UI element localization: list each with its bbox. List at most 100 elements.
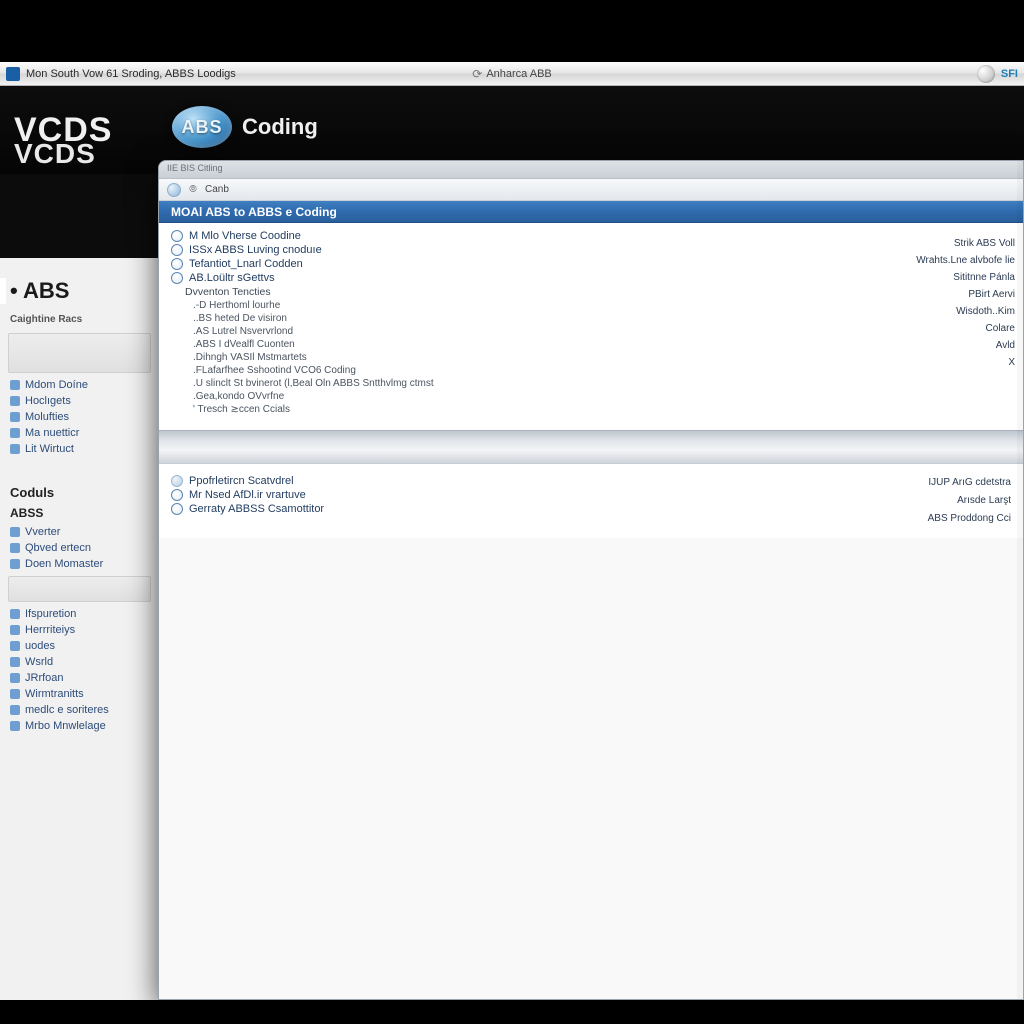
- list-row-sub[interactable]: .FLafarfhee Sshootind VCO6 Coding: [159, 364, 853, 377]
- sidebar-item[interactable]: Mrbo Mnwlelage: [0, 718, 159, 734]
- sidebar-heading-coduls: Coduls: [0, 479, 159, 502]
- lower-row-label: Ppofrletircn Scatvdrel: [189, 475, 294, 487]
- sidebar-active-marker: [0, 278, 6, 304]
- info-line: Sititnne Pánla: [861, 269, 1015, 286]
- bullet-icon: [10, 689, 20, 699]
- list-row-sub[interactable]: ..BS heted De visiron: [159, 312, 853, 325]
- info-line: Colare: [861, 320, 1015, 337]
- list-row-sub[interactable]: .AS Lutrel Nsvervrlond: [159, 325, 853, 338]
- sidebar-item-label: Mdom Doíne: [25, 379, 88, 391]
- app-icon: [6, 67, 20, 81]
- bullet-icon: [10, 721, 20, 731]
- sidebar: • ABS Caightine Racs Mdom Doíne Hoclıgets…: [0, 258, 160, 1000]
- info-line: Wisdoth..Kim: [861, 303, 1015, 320]
- radio-icon[interactable]: [171, 489, 183, 501]
- list-row[interactable]: ISSx ABBS Luving cnoduıe: [159, 243, 853, 257]
- sidebar-item[interactable]: Ma nuetticr: [0, 425, 159, 441]
- sidebar-item-label: Wsrld: [25, 656, 53, 668]
- header-coding-label: Coding: [242, 114, 318, 140]
- sidebar-item[interactable]: JRrfoan: [0, 670, 159, 686]
- info-line: PBirt Aervi: [861, 286, 1015, 303]
- radio-icon[interactable]: [171, 258, 183, 270]
- radio-icon[interactable]: [171, 272, 183, 284]
- sidebar-item[interactable]: medlc e soriteres: [0, 702, 159, 718]
- sidebar-item-label: Lit Wirtuct: [25, 443, 74, 455]
- info-line: X: [861, 354, 1015, 371]
- panel-header: MOAl ABS to ABBS e Coding: [159, 201, 1023, 223]
- sidebar-item[interactable]: Hoclıgets: [0, 393, 159, 409]
- list-row-label: M Mlo Vherse Coodine: [189, 230, 301, 242]
- menubar-right-text[interactable]: SFI: [1001, 68, 1018, 80]
- toolbar-nav-icon[interactable]: [167, 183, 181, 197]
- sidebar-item[interactable]: Mdom Doíne: [0, 377, 159, 393]
- sidebar-item-label: medlc e soriteres: [25, 704, 109, 716]
- bullet-icon: [10, 625, 20, 635]
- toolbar-label[interactable]: Canb: [205, 184, 229, 195]
- sidebar-item[interactable]: Herrriteiys: [0, 622, 159, 638]
- sidebar-item[interactable]: Qbved ertecn: [0, 540, 159, 556]
- bullet-icon: [10, 444, 20, 454]
- bullet-icon: [10, 543, 20, 553]
- lower-right-panel: IJUP ArıG cdetstraArısde LarştABS Proddo…: [821, 474, 1011, 528]
- sidebar-item[interactable]: Lit Wirtuct: [0, 441, 159, 457]
- sidebar-subhead-1: Caightine Racs: [0, 310, 159, 329]
- list-row-sub[interactable]: ' Tresch ≳ccen Ccials: [159, 403, 853, 416]
- list-row-sub[interactable]: .ABS I dVealfl Cuonten: [159, 338, 853, 351]
- info-icon: [171, 475, 183, 487]
- sidebar-item[interactable]: Molufties: [0, 409, 159, 425]
- radio-icon[interactable]: [171, 244, 183, 256]
- sidebar-abs-label: ABS: [23, 278, 69, 303]
- main-window: IIE BIS Citling ⦾ Canb MOAl ABS to ABBS …: [158, 160, 1024, 1000]
- radio-icon[interactable]: [171, 230, 183, 242]
- list-row[interactable]: AB.Loültr sGettvs: [159, 271, 853, 285]
- window-toolbar: ⦾ Canb: [159, 179, 1023, 201]
- bullet-icon: [10, 657, 20, 667]
- window-titlebar: IIE BIS Citling: [159, 161, 1023, 179]
- list-row-sub[interactable]: Dvventon Tencties: [159, 285, 853, 299]
- sidebar-abss-label[interactable]: ABSS: [0, 502, 159, 524]
- status-orb-icon[interactable]: [977, 65, 995, 83]
- bullet-icon: [10, 396, 20, 406]
- list-row[interactable]: Tefantiot_Lnarl Codden: [159, 257, 853, 271]
- sidebar-item-label: Wirmtranitts: [25, 688, 84, 700]
- sidebar-item-label: Hoclıgets: [25, 395, 71, 407]
- menubar-title: Mon South Vow 61 Sroding, ABBS Loodigs: [26, 68, 236, 80]
- sidebar-item-label: Ifspuretion: [25, 608, 76, 620]
- sidebar-item-label: Mrbo Mnwlelage: [25, 720, 106, 732]
- scroll-shadow: [1017, 161, 1023, 999]
- list-row-sub[interactable]: .Gea,kondo OVvrfne: [159, 390, 853, 403]
- sidebar-item[interactable]: Wsrld: [0, 654, 159, 670]
- sidebar-item-label: Herrriteiys: [25, 624, 75, 636]
- sidebar-diagram-2: [8, 576, 151, 602]
- sidebar-item[interactable]: Doen Momaster: [0, 556, 159, 572]
- lower-info-row: Ppofrletircn Scatvdrel: [171, 474, 821, 488]
- list-row-sub[interactable]: .-D Herthoml lourhe: [159, 299, 853, 312]
- info-line: Wrahts.Lne alvbofe lie: [861, 252, 1015, 269]
- lower-info-line: IJUP ArıG cdetstra: [821, 474, 1011, 492]
- sidebar-abs-tab[interactable]: • ABS: [0, 258, 159, 310]
- list-row[interactable]: M Mlo Vherse Coodine: [159, 229, 853, 243]
- info-line: Strik ABS Voll: [861, 235, 1015, 252]
- sidebar-item[interactable]: Wirmtranitts: [0, 686, 159, 702]
- header-badge: ABS Coding: [172, 106, 318, 148]
- sidebar-item[interactable]: uodes: [0, 638, 159, 654]
- lower-list-row[interactable]: Gerraty ABBSS Csamottitor: [171, 502, 821, 516]
- sidebar-item-label: Doen Momaster: [25, 558, 103, 570]
- bullet-icon: [10, 609, 20, 619]
- bullet-icon: [10, 641, 20, 651]
- bullet-icon: [10, 559, 20, 569]
- bullet-icon: [10, 527, 20, 537]
- list-row-sub[interactable]: .U slinclt St bvinerot (l,Beal Oln ABBS …: [159, 377, 853, 390]
- right-info-panel: Strik ABS VollWrahts.Lne alvbofe lieSiti…: [853, 229, 1023, 416]
- sidebar-item-label: Qbved ertecn: [25, 542, 91, 554]
- list-row-label: ISSx ABBS Luving cnoduıe: [189, 244, 322, 256]
- sidebar-item[interactable]: Vverter: [0, 524, 159, 540]
- list-row-sub[interactable]: .Dihngh VASIl Mstmartets: [159, 351, 853, 364]
- lower-row-label: Gerraty ABBSS Csamottitor: [189, 503, 324, 515]
- sidebar-item[interactable]: Ifspuretion: [0, 606, 159, 622]
- divider-band: [159, 430, 1023, 464]
- sidebar-item-label: Vverter: [25, 526, 60, 538]
- menubar-center: Anharca ABB: [486, 68, 551, 80]
- lower-list-row[interactable]: Mr Nsed AfDl.ir vrartuve: [171, 488, 821, 502]
- radio-icon[interactable]: [171, 503, 183, 515]
